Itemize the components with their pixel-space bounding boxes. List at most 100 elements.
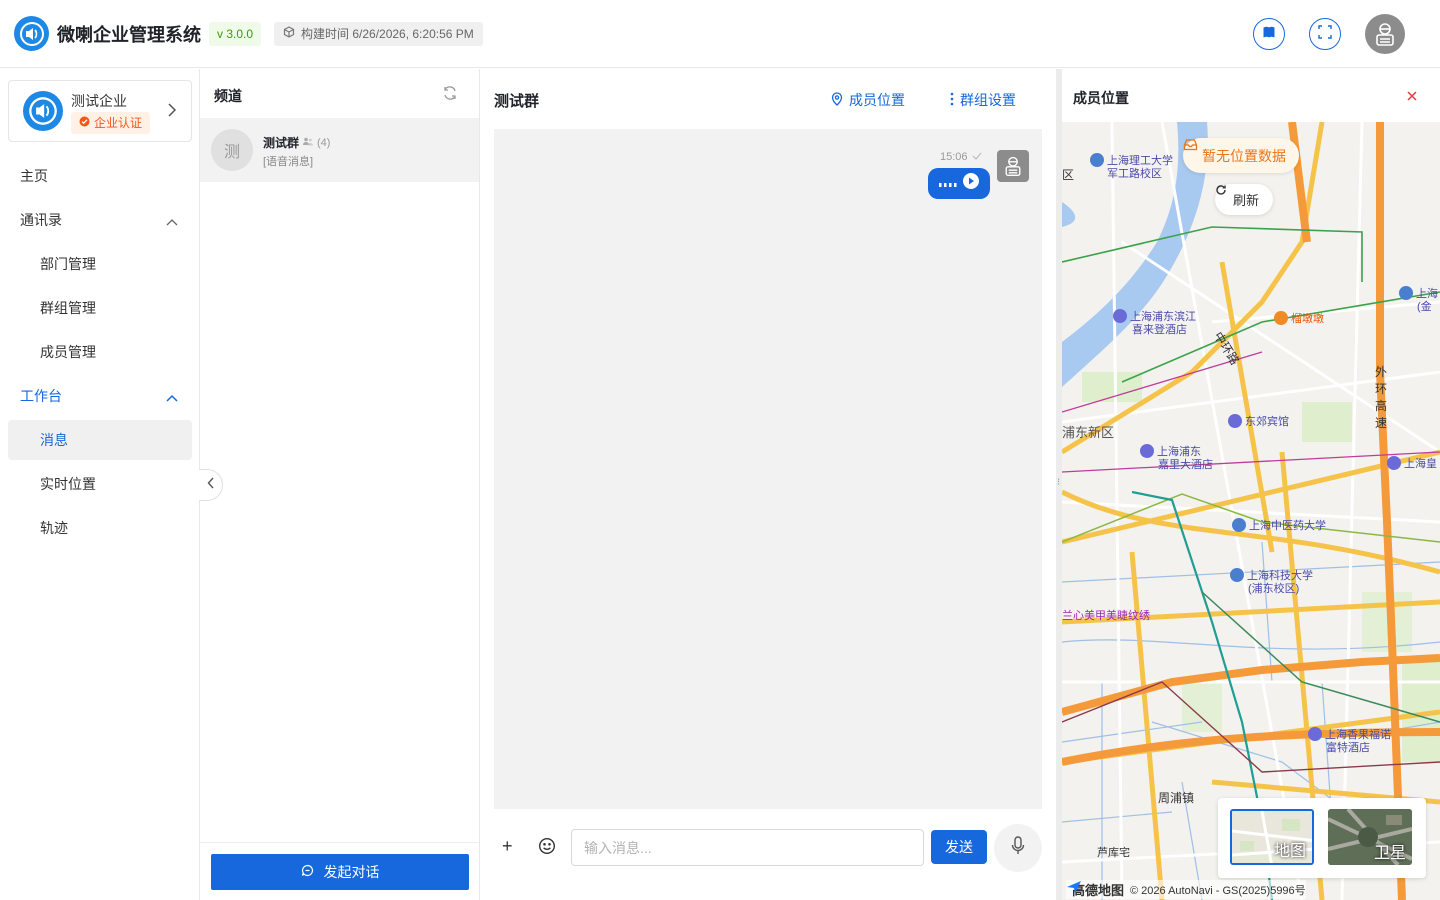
verified-icon (79, 112, 90, 134)
school-icon (1090, 153, 1104, 167)
map-label: 芦库宅 (1097, 847, 1130, 859)
layer-map-label: 地图 (1273, 843, 1306, 860)
map-label-text: 军工路校区 (1107, 168, 1162, 180)
nav-departments-label: 部门管理 (40, 256, 96, 272)
start-conversation-label: 发起对话 (323, 864, 380, 880)
nav-realtime-location-label: 实时位置 (40, 476, 96, 492)
emoji-icon[interactable] (538, 837, 556, 860)
group-settings-button[interactable]: 群组设置 (950, 90, 1016, 110)
map-label: 上海香果福诺 富特酒店 (1308, 727, 1391, 755)
channel-name: 测试群 (263, 136, 300, 150)
hotel-icon (1113, 309, 1127, 323)
group-people-icon (303, 137, 314, 148)
nav-departments[interactable]: 部门管理 (8, 244, 192, 284)
map-view[interactable]: 上海理工大学 军工路校区 区 上海浦东滨江 喜来登酒店 榴墩墩 上海 (金 中环路 外… (1062, 122, 1440, 900)
chevron-left-icon (207, 476, 215, 494)
app-title: 微喇企业管理系统 (57, 25, 201, 45)
map-label-text: 上海中医药大学 (1249, 520, 1326, 532)
channel-last-message: [语音消息] (263, 156, 314, 168)
top-bar: 微喇企业管理系统 v 3.0.0 构建时间 6/26/2026, 6:20:56… (0, 0, 1440, 68)
map-label-text: 东郊宾馆 (1245, 416, 1289, 428)
school-icon (1230, 568, 1244, 582)
docs-button[interactable] (1253, 18, 1285, 50)
message-meta: 15:06 (940, 151, 982, 163)
message-input[interactable] (571, 829, 924, 866)
plus-icon[interactable]: + (502, 836, 513, 857)
nav-members-label: 成员管理 (40, 344, 96, 360)
nav-messages[interactable]: 消息 (8, 420, 192, 460)
map-label: 上海浦东 嘉里大酒店 (1140, 444, 1213, 472)
close-icon[interactable] (1407, 88, 1417, 106)
user-avatar[interactable] (1365, 14, 1405, 54)
nav-tracks[interactable]: 轨迹 (8, 508, 192, 548)
package-icon (283, 22, 295, 46)
layer-satellite-option[interactable]: 卫星 (1328, 809, 1412, 865)
attribution-text: © 2026 AutoNavi - GS(2025)5996号 (1130, 884, 1306, 897)
divider (200, 842, 479, 843)
build-time-badge: 构建时间 6/26/2026, 6:20:56 PM (274, 22, 483, 46)
map-label: 兰心美甲美睫纹绣 (1062, 610, 1150, 622)
map-roads (1062, 122, 1440, 900)
nav-members[interactable]: 成员管理 (8, 332, 192, 372)
nav-groups-label: 群组管理 (40, 300, 96, 316)
org-logo-icon (23, 91, 63, 131)
sidebar: 测试企业 企业认证 主页 通讯录 部门管理 群组管理 成员管理 工作台 消息 实… (0, 69, 200, 900)
map-label: 周浦镇 (1158, 791, 1195, 805)
sender-avatar (997, 150, 1029, 182)
start-conversation-button[interactable]: 发起对话 (211, 854, 469, 890)
microphone-icon (1011, 835, 1025, 861)
channels-title: 频道 (214, 88, 242, 104)
nav-contacts[interactable]: 通讯录 (8, 200, 192, 240)
no-location-data-text: 暂无位置数据 (1202, 147, 1286, 164)
nav-realtime-location[interactable]: 实时位置 (8, 464, 192, 504)
map-layer-switcher: 地图 卫星 (1218, 798, 1426, 878)
nav-messages-label: 消息 (40, 432, 68, 448)
composer: + 发送 (494, 824, 1054, 874)
refresh-map-button[interactable]: 刷新 (1215, 184, 1274, 215)
nav-workbench-label: 工作台 (20, 388, 62, 404)
map-attribution: 高德地图 © 2026 AutoNavi - GS(2025)5996号 (1066, 880, 1306, 899)
map-label-text: 上海理工大学 (1107, 155, 1173, 167)
voice-message-bubble[interactable] (928, 168, 990, 199)
location-pin-icon (831, 91, 843, 109)
org-card[interactable]: 测试企业 企业认证 (8, 80, 192, 142)
map-label: 浦东新区 (1062, 425, 1115, 440)
nav-home[interactable]: 主页 (8, 156, 192, 196)
map-label: 上海皇 (1387, 456, 1437, 471)
map-label-text: 上海皇 (1404, 458, 1437, 470)
map-label-text: 上海 (1416, 288, 1438, 300)
channel-item[interactable]: 测 测试群 (4) [语音消息] (200, 118, 479, 182)
play-icon[interactable] (963, 173, 979, 194)
map-label: 上海中医药大学 (1232, 518, 1326, 533)
hotel-icon (1228, 414, 1242, 428)
app-logo-icon (14, 16, 49, 51)
member-location-label: 成员位置 (849, 92, 905, 108)
hotel-icon (1387, 456, 1401, 470)
channel-member-count: (4) (317, 136, 331, 149)
refresh-channels-icon[interactable] (442, 85, 458, 106)
layer-map-option[interactable]: 地图 (1230, 809, 1314, 865)
org-verified-badge: 企业认证 (71, 112, 151, 134)
book-icon (1262, 25, 1276, 44)
member-location-panel: 成员位置 上海理工大学 军工路校区 区 上海浦东滨江 喜来登酒店 榴墩墩 上海 … (1062, 69, 1440, 900)
chevron-up-icon (166, 389, 178, 405)
microphone-button[interactable] (994, 824, 1042, 872)
school-icon (1232, 518, 1246, 532)
map-label-text: 上海浦东滨江 (1130, 311, 1196, 323)
message-list: 15:06 (494, 129, 1042, 809)
nav-workbench[interactable]: 工作台 (8, 376, 192, 416)
send-button[interactable]: 发送 (931, 830, 987, 864)
nav-groups[interactable]: 群组管理 (8, 288, 192, 328)
map-panel-title: 成员位置 (1073, 90, 1129, 106)
fullscreen-button[interactable] (1309, 18, 1341, 50)
check-icon (972, 151, 982, 163)
nav-contacts-label: 通讯录 (20, 212, 62, 228)
chevron-right-icon (167, 102, 177, 123)
channel-name-row: 测试群 (4) (263, 134, 330, 151)
map-label-text: 喜来登酒店 (1132, 324, 1187, 336)
map-label: 榴墩墩 (1274, 311, 1324, 326)
map-label-text: 上海香果福诺 (1325, 729, 1391, 741)
member-location-button[interactable]: 成员位置 (831, 90, 905, 110)
org-name: 测试企业 (71, 93, 127, 109)
org-badge-text: 企业认证 (94, 116, 143, 130)
